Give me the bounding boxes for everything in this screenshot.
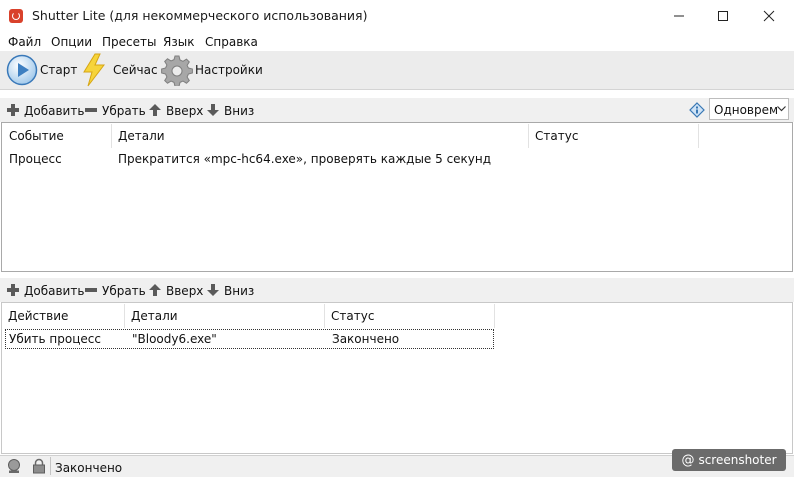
settings-label[interactable]: Настройки [195, 63, 263, 77]
table-row[interactable]: Процесс Прекратится «mpc-hc64.exe», пров… [2, 149, 792, 169]
app-icon [9, 9, 23, 23]
column-separator [528, 124, 529, 148]
lock-icon-svg [33, 458, 45, 474]
status-separator [50, 457, 51, 475]
column-separator [324, 304, 325, 328]
minus-icon [85, 108, 97, 112]
column-separator [698, 124, 699, 148]
actions-header-action[interactable]: Действие [8, 309, 68, 323]
settings-button[interactable] [161, 54, 193, 87]
globe-icon-svg [8, 459, 20, 473]
plus-icon [7, 104, 19, 116]
events-header-status[interactable]: Статус [535, 129, 578, 143]
menu-presets[interactable]: Пресеты [102, 35, 156, 49]
lightning-icon [83, 53, 106, 87]
actions-down-button[interactable] [207, 284, 219, 299]
actions-header-details[interactable]: Детали [131, 309, 178, 323]
start-label[interactable]: Старт [40, 63, 77, 77]
watermark-text: screenshoter [698, 453, 777, 467]
globe-icon[interactable] [6, 458, 22, 477]
play-icon [6, 54, 38, 86]
maximize-button[interactable] [700, 0, 746, 32]
events-list[interactable] [1, 122, 793, 272]
maximize-icon [718, 11, 728, 21]
close-button[interactable] [746, 0, 792, 32]
menu-file[interactable]: Файл [8, 35, 41, 49]
gear-icon [161, 55, 193, 87]
minimize-icon [674, 15, 684, 17]
events-up-button[interactable] [149, 104, 161, 119]
actions-list[interactable] [1, 302, 793, 454]
events-up-label[interactable]: Вверх [166, 104, 203, 118]
arrow-down-icon [207, 104, 219, 116]
events-down-button[interactable] [207, 104, 219, 119]
arrow-up-icon [149, 284, 161, 296]
menu-options[interactable]: Опции [51, 35, 92, 49]
actions-add-button[interactable] [7, 284, 19, 299]
actions-remove-button[interactable] [85, 284, 97, 299]
screenshoter-watermark: @ screenshoter [672, 449, 786, 471]
events-header-event[interactable]: Событие [9, 129, 64, 143]
mode-select-value: Одноврем [714, 103, 779, 117]
menu-help[interactable]: Справка [205, 35, 258, 49]
minimize-button[interactable] [656, 0, 702, 32]
actions-up-label[interactable]: Вверх [166, 284, 203, 298]
action-cell: Убить процесс [9, 332, 101, 346]
arrow-up-icon [149, 104, 161, 116]
actions-remove-label[interactable]: Убрать [102, 284, 146, 298]
details-cell: "Bloody6.exe" [132, 332, 217, 346]
actions-add-label[interactable]: Добавить [24, 284, 84, 298]
actions-up-button[interactable] [149, 284, 161, 299]
event-cell: Процесс [9, 152, 62, 166]
start-button[interactable] [6, 54, 38, 86]
menu-language[interactable]: Язык [163, 35, 194, 49]
window-title: Shutter Lite (для некоммерческого исполь… [32, 8, 368, 23]
actions-down-label[interactable]: Вниз [224, 284, 254, 298]
now-button[interactable] [80, 53, 108, 87]
close-icon [763, 10, 775, 22]
events-remove-button[interactable] [85, 104, 97, 119]
actions-header-status[interactable]: Статус [331, 309, 374, 323]
mode-select[interactable]: Одноврем [709, 98, 789, 120]
mode-icon [689, 102, 705, 121]
events-add-label[interactable]: Добавить [24, 104, 84, 118]
at-icon: @ [681, 452, 695, 468]
column-separator [111, 124, 112, 148]
diamond-info-icon [689, 102, 705, 118]
events-down-label[interactable]: Вниз [224, 104, 254, 118]
lock-icon[interactable] [32, 458, 46, 477]
arrow-down-icon [207, 284, 219, 296]
events-remove-label[interactable]: Убрать [102, 104, 146, 118]
status-text: Закончено [55, 461, 123, 475]
events-add-button[interactable] [7, 104, 19, 119]
now-label[interactable]: Сейчас [113, 63, 158, 77]
plus-icon [7, 284, 19, 296]
minus-icon [85, 288, 97, 292]
table-row[interactable]: Убить процесс "Bloody6.exe" Закончено [5, 329, 494, 349]
column-separator [494, 304, 495, 328]
details-cell: Прекратится «mpc-hc64.exe», проверять ка… [118, 152, 492, 166]
status-cell: Закончено [332, 332, 400, 346]
events-header-details[interactable]: Детали [118, 129, 165, 143]
chevron-down-icon [777, 106, 786, 112]
column-separator [124, 304, 125, 328]
